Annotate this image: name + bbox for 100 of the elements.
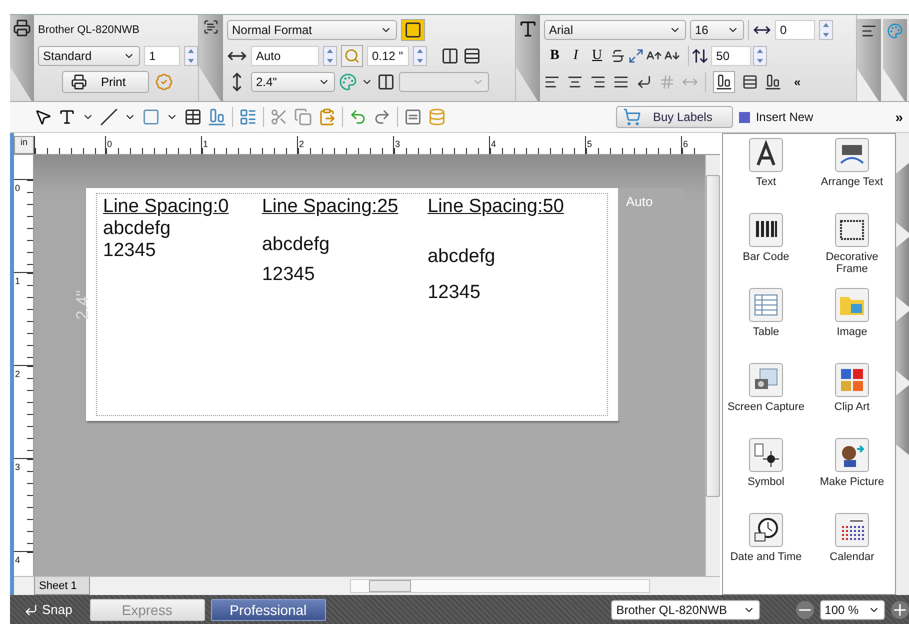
margin-button[interactable] (341, 45, 363, 67)
font-icon (518, 19, 538, 39)
align-left-icon[interactable] (544, 74, 560, 90)
redo-icon[interactable] (373, 108, 391, 126)
label-text: 12345 (428, 282, 482, 304)
length-field[interactable]: Auto (251, 46, 319, 66)
collapse-button[interactable]: » (889, 108, 909, 126)
insert-item[interactable]: Decorative Frame (809, 213, 895, 288)
cart-icon (622, 108, 641, 126)
line-tool-icon[interactable] (100, 108, 118, 126)
printer-icon (13, 19, 31, 37)
insert-item-icon (835, 138, 869, 172)
spin-buttons[interactable] (413, 46, 427, 66)
text-style-button[interactable]: B (544, 48, 566, 64)
align-center-icon[interactable] (567, 74, 583, 90)
pointer-icon[interactable] (34, 108, 52, 126)
zoom-out-icon[interactable] (796, 600, 814, 618)
spin-buttons[interactable] (323, 46, 337, 66)
insert-item[interactable]: Text (723, 138, 809, 213)
insert-item-icon (749, 288, 783, 322)
label-height-text: 2.4" (72, 290, 93, 320)
panel-color-icon (738, 112, 750, 122)
ruler-label: 5 (586, 139, 592, 149)
insert-item[interactable]: Calendar (809, 513, 895, 588)
insert-item[interactable]: Symbol (723, 438, 809, 513)
align-middle-icon[interactable] (742, 74, 758, 90)
color-icon[interactable] (339, 73, 357, 91)
insert-item-icon (835, 213, 869, 247)
insert-item[interactable]: Clip Art (809, 363, 895, 438)
format-select[interactable]: Normal Format (227, 20, 397, 40)
copy-icon[interactable] (294, 108, 312, 126)
ruler-label: 4 (14, 555, 20, 565)
insert-item[interactable]: Table (723, 288, 809, 363)
align-icon[interactable] (208, 108, 226, 126)
ruler-unit: in (14, 136, 34, 154)
rectangle-tool-icon[interactable] (142, 108, 160, 126)
printer-select[interactable]: Brother QL-820NWB (611, 600, 760, 620)
spin-buttons[interactable] (753, 46, 768, 66)
insert-item[interactable]: Make Picture (809, 438, 895, 513)
insert-item[interactable]: Arrange Text (809, 138, 895, 213)
label-shape-button[interactable] (401, 19, 425, 41)
print-mode-select[interactable]: Standard (38, 46, 140, 66)
undo-icon[interactable] (349, 108, 367, 126)
align-bottom-icon[interactable] (765, 74, 781, 90)
line-spacing-field[interactable]: 50 (711, 46, 752, 66)
text-tool-icon[interactable] (58, 108, 76, 126)
insert-item[interactable]: Screen Capture (723, 363, 809, 438)
label-text: 12345 (262, 264, 316, 286)
text-style-button[interactable]: U (586, 48, 608, 64)
snap-icon (24, 602, 38, 616)
collapse-button[interactable]: « (788, 74, 807, 90)
insert-item-icon (749, 513, 783, 547)
print-button[interactable]: Print (62, 71, 149, 93)
insert-item[interactable]: Image (809, 288, 895, 363)
sheet-tab[interactable]: Sheet 1 (34, 577, 90, 595)
ruler-label: 1 (202, 139, 208, 149)
zoom-select[interactable]: 100 % (820, 600, 886, 620)
height-select[interactable]: 2.4" (251, 72, 335, 92)
insert-item-icon (835, 288, 869, 322)
character-spacing-field[interactable]: 0 (775, 20, 815, 40)
table-icon[interactable] (184, 108, 202, 126)
insert-item-icon (835, 363, 869, 397)
vertical-scrollbar[interactable] (705, 155, 720, 576)
column-heading: Line Spacing:50 (428, 196, 565, 218)
insert-item[interactable]: Bar Code (723, 213, 809, 288)
label-text: abcdefg (103, 218, 172, 240)
spin-buttons[interactable] (819, 20, 833, 40)
insert-item-icon (749, 438, 783, 472)
layout-tab-icon[interactable] (861, 23, 877, 39)
label-text: abcdefg (262, 234, 331, 256)
cut-icon[interactable] (270, 108, 288, 126)
ruler-label: 0 (14, 183, 20, 193)
text-style-button[interactable]: I (567, 48, 584, 64)
align-right-icon[interactable] (590, 74, 606, 90)
insert-item-icon (835, 513, 869, 547)
ruler-label: 4 (490, 139, 496, 149)
horizontal-scrollbar[interactable] (350, 579, 650, 593)
margin-field[interactable]: 0.12 " (367, 46, 409, 66)
insert-item-icon (749, 213, 783, 247)
mode-tab[interactable]: Professional (210, 598, 326, 620)
snap-button[interactable]: Snap (18, 601, 84, 618)
insert-item-icon (835, 438, 869, 472)
copies-field[interactable]: 1 (144, 46, 180, 66)
align-top-button[interactable] (713, 71, 735, 93)
insert-panel-title: Insert New (756, 110, 814, 124)
insert-item-icon (749, 138, 783, 172)
zoom-in-icon[interactable] (891, 600, 909, 618)
font-select[interactable]: Arial (544, 20, 686, 40)
justify-icon[interactable] (613, 74, 629, 90)
printer-icon (71, 74, 87, 90)
ruler-label: 0 (106, 139, 112, 149)
buy-labels-button[interactable]: Buy Labels (616, 106, 733, 128)
ruler-label: 3 (14, 462, 20, 472)
paste-icon[interactable] (318, 108, 336, 126)
column-heading: Line Spacing:0 (103, 196, 230, 218)
insert-item[interactable]: Date and Time (723, 513, 809, 588)
font-size-select[interactable]: 16 (690, 20, 744, 40)
line-spacing-icon[interactable] (691, 47, 710, 65)
spin-buttons[interactable] (184, 46, 198, 66)
label-text: 12345 (103, 240, 157, 262)
